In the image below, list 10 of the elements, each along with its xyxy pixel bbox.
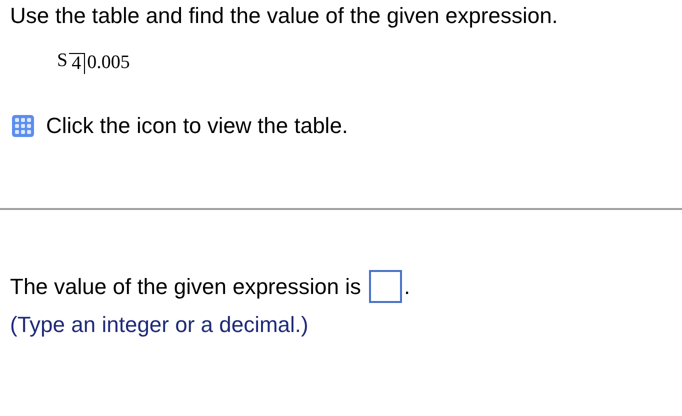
hint-text: (Type an integer or a decimal.): [10, 311, 310, 339]
symbol-text: S: [57, 50, 68, 72]
instruction-text: Use the table and find the value of the given expression.: [10, 2, 559, 30]
rate-text: 0.005: [87, 52, 130, 74]
answer-prompt: The value of the given expression is: [10, 272, 361, 300]
table-link-text: Click the icon to view the table.: [46, 112, 348, 140]
answer-field[interactable]: [368, 270, 402, 303]
period-text: .: [404, 272, 410, 300]
table-icon[interactable]: [12, 115, 34, 137]
term-text: 4: [68, 53, 86, 74]
